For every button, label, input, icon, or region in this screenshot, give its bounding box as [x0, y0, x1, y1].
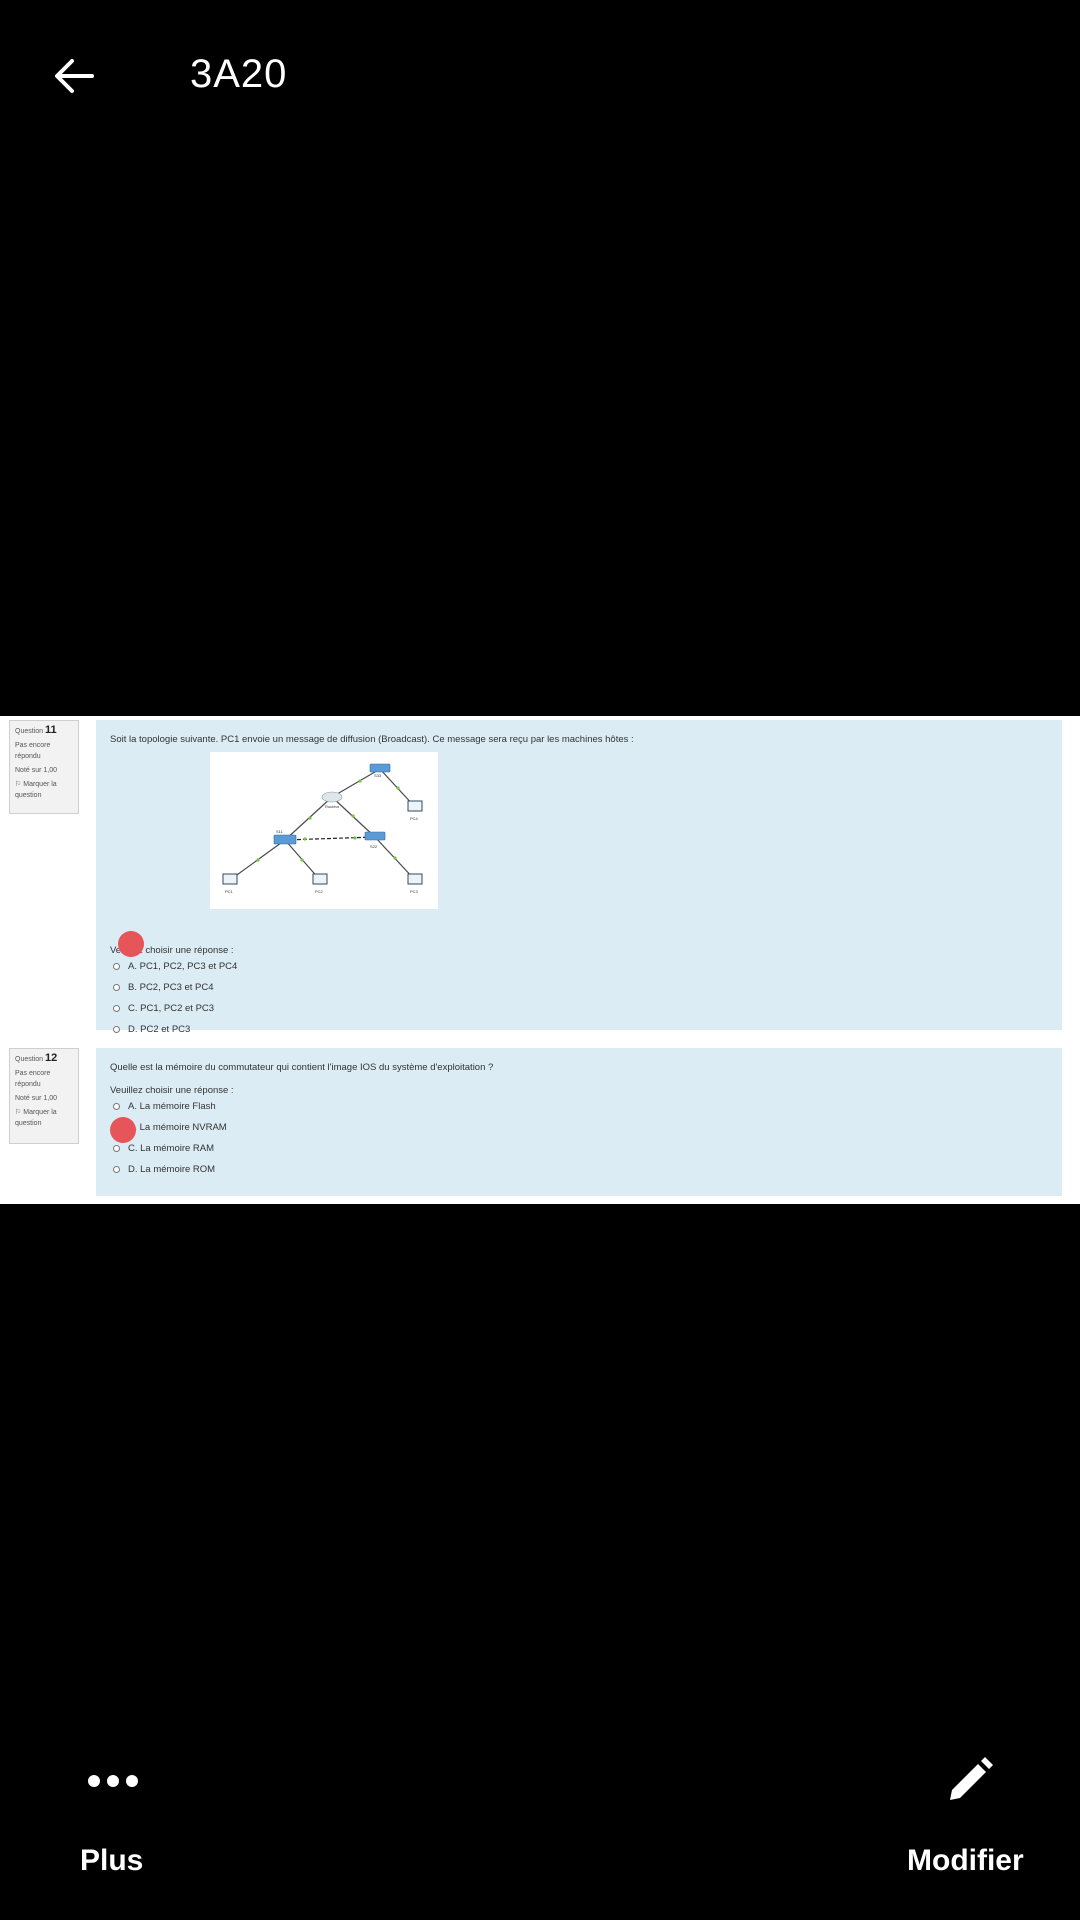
flag-icon: ⚐: [15, 781, 22, 788]
option-label: C. PC1, PC2 et PC3: [128, 1003, 215, 1014]
pencil-icon: [950, 1757, 993, 1800]
question-box-12: Quelle est la mémoire du commutateur qui…: [96, 1048, 1062, 1196]
option-label: A. PC1, PC2, PC3 et PC4: [128, 961, 238, 972]
answer-option-b[interactable]: B. PC2, PC3 et PC4: [110, 977, 1048, 998]
question-text: Quelle est la mémoire du commutateur qui…: [110, 1062, 494, 1073]
flag-question-link[interactable]: ⚐ Marquer la question: [15, 1107, 73, 1129]
answer-option-a[interactable]: A. PC1, PC2, PC3 et PC4: [110, 956, 1048, 977]
question-number: 11: [44, 724, 57, 736]
flag-question-link[interactable]: ⚐ Marquer la question: [15, 779, 73, 801]
question-label: Question: [15, 728, 44, 735]
question-text: Soit la topologie suivante. PC1 envoie u…: [110, 734, 634, 745]
option-label: B. PC2, PC3 et PC4: [128, 982, 214, 993]
edit-button[interactable]: Modifier: [880, 1740, 1050, 1900]
touch-marker: [118, 931, 144, 957]
flag-label: Marquer la question: [15, 1109, 57, 1127]
touch-marker: [110, 1117, 136, 1143]
label-pc3: PC3: [410, 889, 419, 894]
radio-button[interactable]: [113, 984, 120, 991]
question-status: Pas encore répondu: [15, 742, 51, 760]
back-button[interactable]: [44, 46, 104, 106]
top-app-bar: 3A20: [0, 0, 1080, 150]
answer-option-c[interactable]: C. La mémoire RAM: [110, 1138, 1048, 1159]
label-pc1: PC1: [225, 889, 234, 894]
option-label: D. La mémoire ROM: [128, 1164, 216, 1175]
option-label: B. La mémoire NVRAM: [128, 1122, 227, 1133]
more-label: Plus: [80, 1844, 144, 1877]
option-label: D. PC2 et PC3: [128, 1024, 191, 1035]
arrow-left-icon: [55, 59, 94, 93]
page-title: 3A20: [190, 52, 288, 96]
answer-option-b[interactable]: B. La mémoire NVRAM: [110, 1117, 1048, 1138]
answer-option-c[interactable]: C. PC1, PC2 et PC3: [110, 998, 1048, 1019]
label-pc2: PC2: [315, 889, 324, 894]
edit-label: Modifier: [907, 1844, 1024, 1877]
label-router: Routeur: [325, 804, 340, 809]
label-pc4: PC4: [410, 816, 419, 821]
flag-icon: ⚐: [15, 1109, 22, 1116]
radio-button[interactable]: [113, 1026, 120, 1033]
option-label: A. La mémoire Flash: [128, 1101, 216, 1112]
answer-option-d[interactable]: D. La mémoire ROM: [110, 1159, 1048, 1180]
radio-button[interactable]: [113, 1103, 120, 1110]
question-label: Question: [15, 1056, 44, 1063]
label-s22: S22: [370, 844, 378, 849]
question-info-11: Question 11 Pas encore répondu Noté sur …: [9, 720, 79, 814]
answer-option-a[interactable]: A. La mémoire Flash: [110, 1096, 1048, 1117]
radio-button[interactable]: [113, 1166, 120, 1173]
question-grade: Noté sur 1,00: [15, 767, 58, 774]
question-status: Pas encore répondu: [15, 1070, 51, 1088]
radio-button[interactable]: [113, 1005, 120, 1012]
radio-button[interactable]: [113, 963, 120, 970]
question-grade: Noté sur 1,00: [15, 1095, 58, 1102]
more-button[interactable]: Plus: [60, 1740, 160, 1900]
network-topology-diagram: S33 Routeur PC4 S11 S22 PC1 PC2 PC3: [210, 752, 438, 909]
label-s33: S33: [374, 773, 382, 778]
more-dots-icon: [88, 1774, 145, 1792]
quiz-screenshot: Question 11 Pas encore répondu Noté sur …: [0, 716, 1080, 1204]
answer-option-d[interactable]: D. PC2 et PC3: [110, 1019, 1048, 1040]
radio-button[interactable]: [113, 1145, 120, 1152]
answer-prompt: Veuillez choisir une réponse :: [110, 1085, 234, 1096]
flag-label: Marquer la question: [15, 781, 57, 799]
answer-prompt: Veuillez choisir une réponse :: [110, 945, 234, 956]
label-s11: S11: [276, 829, 284, 834]
option-label: C. La mémoire RAM: [128, 1143, 215, 1154]
bottom-action-bar: Plus Modifier: [0, 1740, 1080, 1920]
question-number: 12: [44, 1052, 58, 1064]
question-info-12: Question 12 Pas encore répondu Noté sur …: [9, 1048, 79, 1144]
question-box-11: Soit la topologie suivante. PC1 envoie u…: [96, 720, 1062, 1035]
